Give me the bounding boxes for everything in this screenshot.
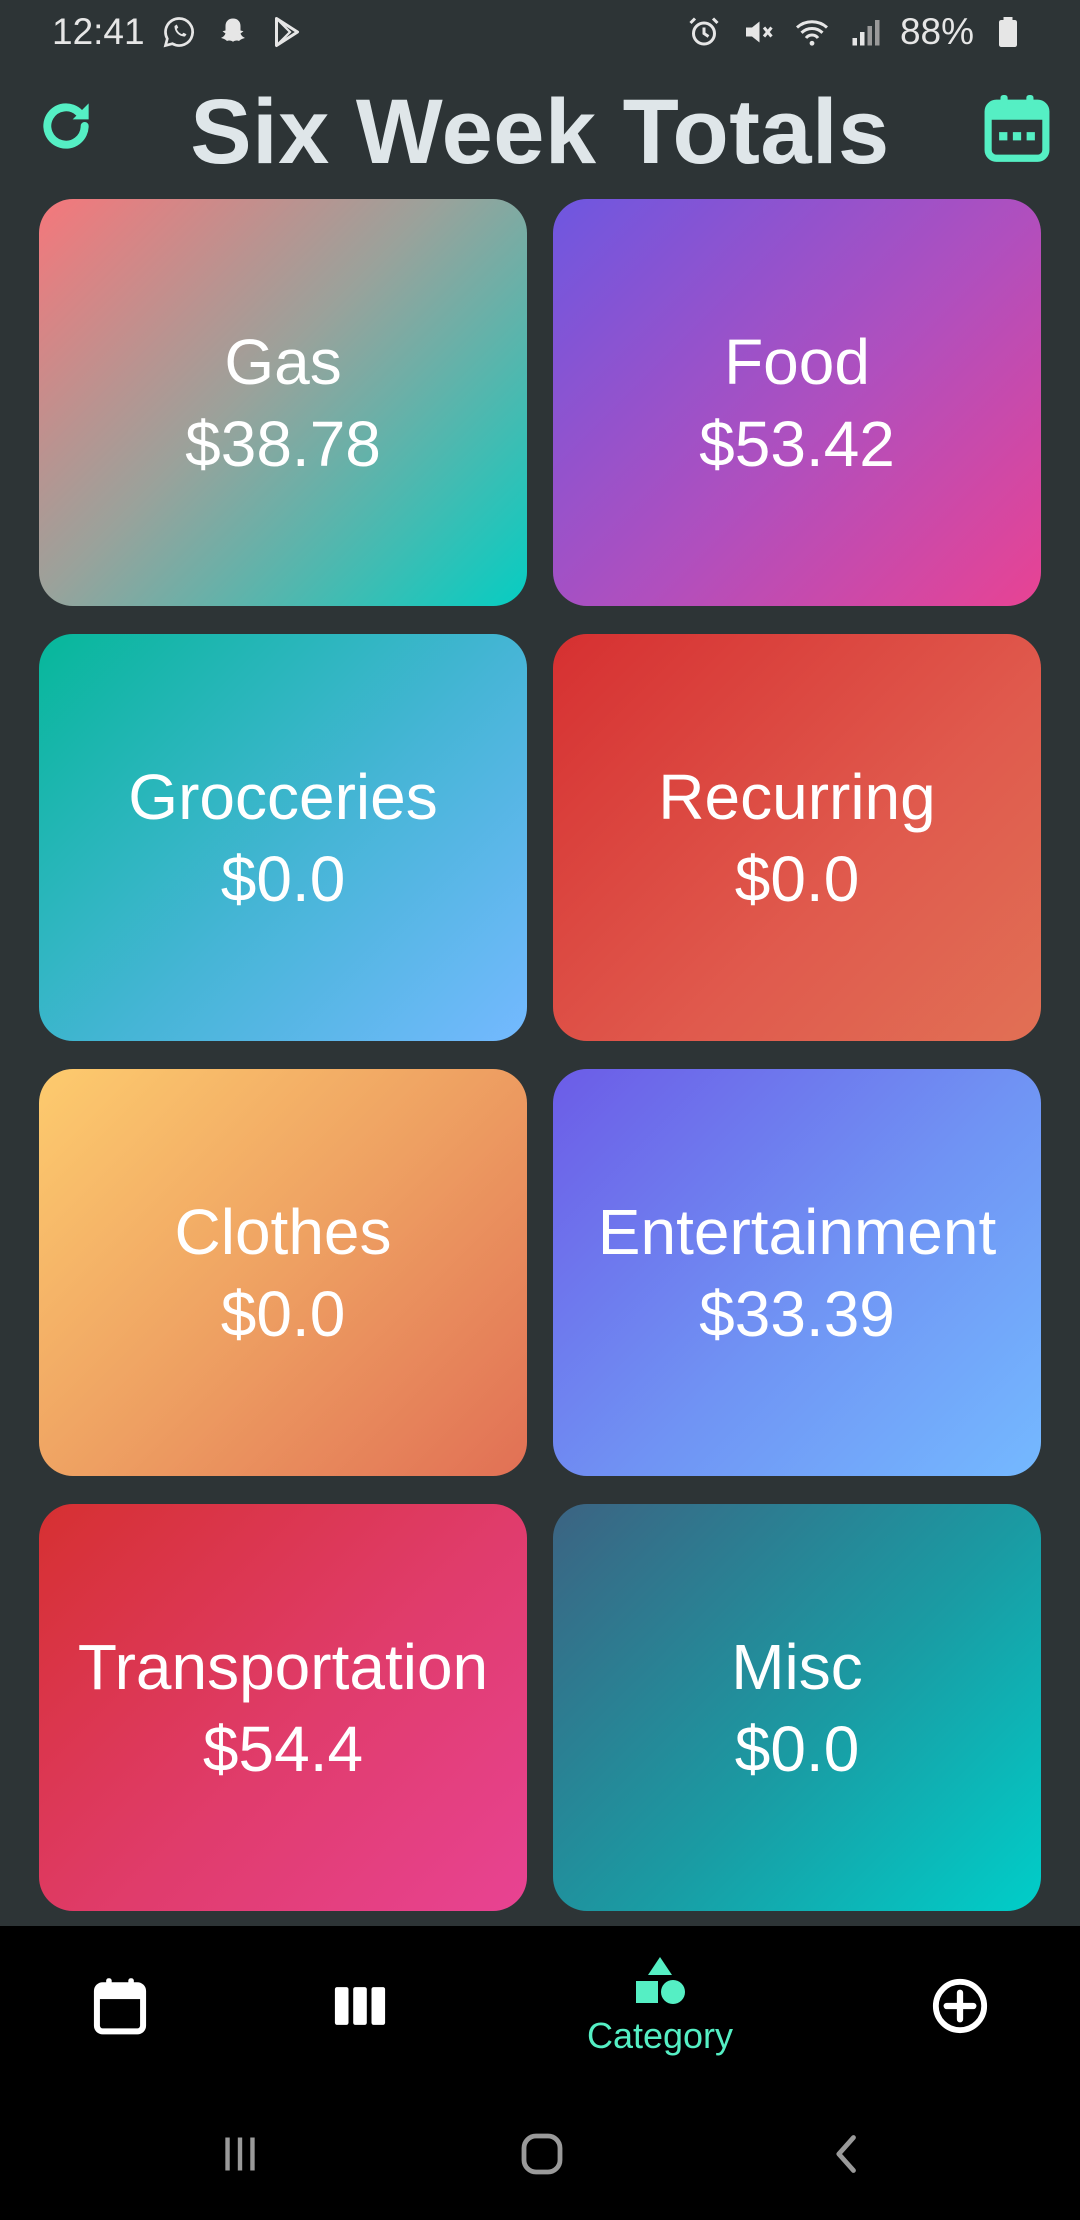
category-amount: $33.39 xyxy=(699,1277,895,1350)
category-name: Food xyxy=(724,325,870,398)
category-card-groceries[interactable]: Grocceries $0.0 xyxy=(39,634,527,1041)
snapchat-icon xyxy=(213,12,253,52)
status-left: 12:41 xyxy=(52,11,307,53)
nav-calendar[interactable] xyxy=(70,1926,170,2086)
battery-icon xyxy=(988,12,1028,52)
alarm-icon xyxy=(684,12,724,52)
battery-percentage: 88% xyxy=(899,11,974,52)
category-card-recurring[interactable]: Recurring $0.0 xyxy=(553,634,1041,1041)
home-button[interactable] xyxy=(512,2124,572,2184)
recent-apps-button[interactable] xyxy=(210,2124,270,2184)
refresh-icon xyxy=(43,103,89,149)
category-amount: $0.0 xyxy=(220,842,346,915)
nav-category-label: Category xyxy=(586,2015,734,2056)
wifi-icon xyxy=(792,12,832,52)
category-name: Entertainment xyxy=(597,1195,997,1268)
refresh-button[interactable] xyxy=(32,92,100,160)
category-name: Misc xyxy=(731,1630,863,1703)
category-amount: $38.78 xyxy=(185,407,381,480)
category-amount: $0.0 xyxy=(220,1277,346,1350)
app-header: Six Week Totals xyxy=(0,64,1080,200)
calendar-icon xyxy=(93,1978,147,2035)
back-button[interactable] xyxy=(818,2124,878,2184)
calendar-button[interactable] xyxy=(982,90,1052,166)
signal-icon xyxy=(846,12,886,52)
category-card-entertainment[interactable]: Entertainment $33.39 xyxy=(553,1069,1041,1476)
category-card-gas[interactable]: Gas $38.78 xyxy=(39,199,527,606)
category-amount: $0.0 xyxy=(734,1712,860,1785)
category-card-misc[interactable]: Misc $0.0 xyxy=(553,1504,1041,1911)
status-right: 88% xyxy=(684,11,1028,53)
recent-apps-icon xyxy=(225,2137,255,2171)
status-bar: 12:41 88% xyxy=(0,0,1080,64)
add-circle-icon xyxy=(932,1978,988,2034)
category-name: Gas xyxy=(224,325,342,398)
category-amount: $53.42 xyxy=(699,407,895,480)
category-card-transportation[interactable]: Transportation $54.4 xyxy=(39,1504,527,1911)
bottom-navigation: Category xyxy=(0,1926,1080,2086)
calendar-icon xyxy=(984,95,1050,162)
shapes-icon xyxy=(636,1957,685,2004)
play-store-icon xyxy=(267,12,307,52)
nav-category[interactable]: Category xyxy=(560,1926,760,2086)
category-name: Grocceries xyxy=(128,760,438,833)
whatsapp-icon xyxy=(159,12,199,52)
category-grid: Gas $38.78 Food $53.42 Grocceries $0.0 R… xyxy=(39,199,1041,1911)
back-icon xyxy=(836,2135,856,2173)
mute-icon xyxy=(738,12,778,52)
system-navigation-bar xyxy=(0,2086,1080,2220)
category-card-clothes[interactable]: Clothes $0.0 xyxy=(39,1069,527,1476)
category-name: Clothes xyxy=(174,1195,392,1268)
category-card-food[interactable]: Food $53.42 xyxy=(553,199,1041,606)
nav-columns[interactable] xyxy=(310,1926,410,2086)
nav-add[interactable] xyxy=(910,1926,1010,2086)
category-amount: $54.4 xyxy=(202,1712,364,1785)
page-title: Six Week Totals xyxy=(190,80,890,183)
home-icon xyxy=(521,2133,563,2175)
category-name: Transportation xyxy=(77,1630,489,1703)
category-name: Recurring xyxy=(658,760,936,833)
columns-icon xyxy=(334,1987,386,2025)
category-amount: $0.0 xyxy=(734,842,860,915)
status-time: 12:41 xyxy=(52,11,145,52)
